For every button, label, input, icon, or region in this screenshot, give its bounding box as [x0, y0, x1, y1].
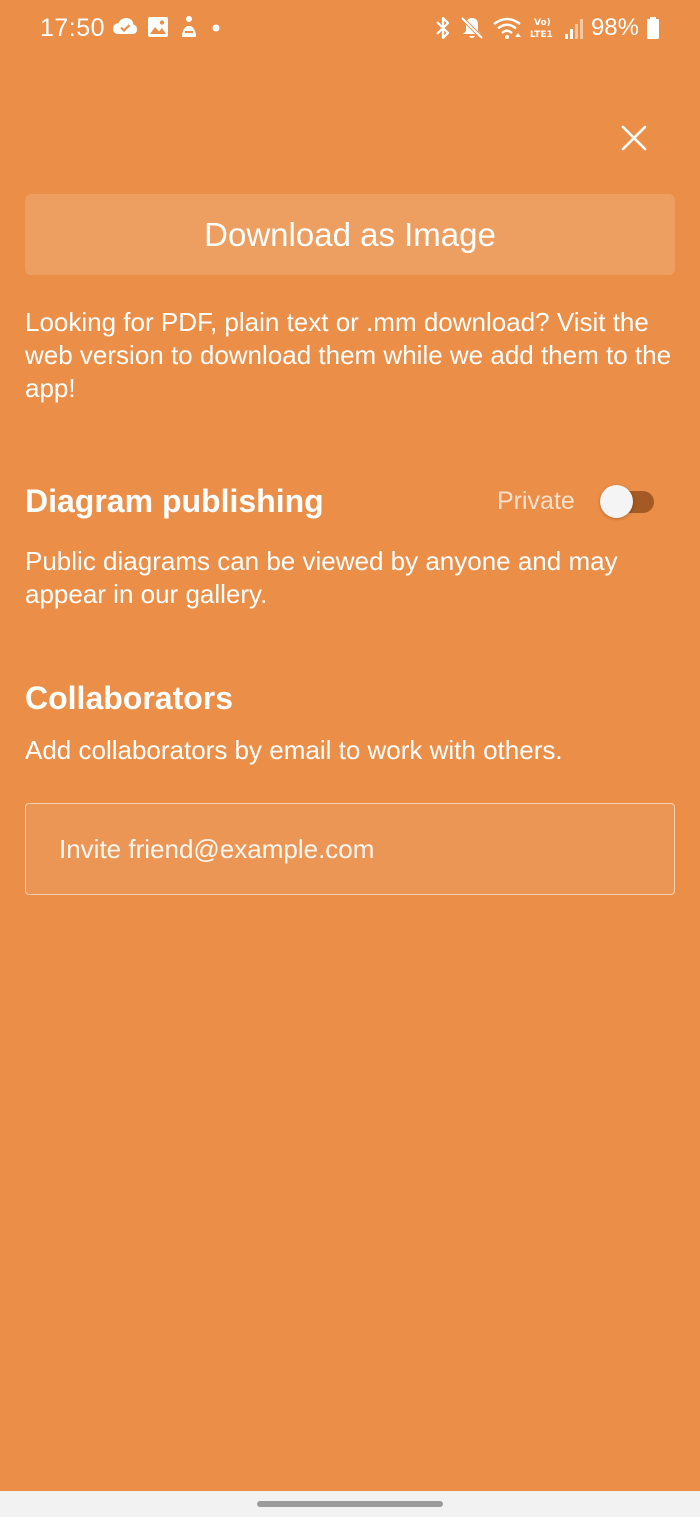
- signal-icon: [564, 16, 584, 40]
- publishing-section-title: Diagram publishing: [25, 483, 324, 519]
- download-as-image-button[interactable]: Download as Image: [25, 194, 675, 275]
- mute-icon: [459, 15, 485, 41]
- collaborators-description: Add collaborators by email to work with …: [25, 735, 563, 765]
- publishing-toggle[interactable]: [600, 485, 656, 518]
- battery-icon: [646, 16, 660, 40]
- cloud-check-icon: [112, 16, 138, 38]
- download-info-text: Looking for PDF, plain text or .mm downl…: [25, 307, 672, 403]
- svg-text:Vo): Vo): [534, 18, 551, 28]
- close-button[interactable]: [612, 116, 656, 160]
- close-icon: [612, 116, 656, 160]
- invite-email-input[interactable]: [26, 804, 674, 894]
- invite-field-container: [25, 803, 675, 895]
- collaborators-section-title: Collaborators: [25, 680, 234, 716]
- bluetooth-icon: [434, 15, 452, 41]
- app-notification-icon: [178, 15, 200, 39]
- publishing-status-label: Private: [497, 487, 575, 515]
- notification-icons: [112, 15, 223, 39]
- status-bar: 17:50 Vo) LTE1 98%: [0, 0, 700, 56]
- navigation-bar: [0, 1491, 700, 1517]
- image-icon: [147, 16, 169, 38]
- home-gesture-handle[interactable]: [257, 1501, 443, 1507]
- system-status: Vo) LTE1 98%: [434, 14, 660, 42]
- wifi-icon: [492, 15, 522, 41]
- svg-text:LTE1: LTE1: [530, 30, 553, 40]
- status-time: 17:50: [40, 14, 106, 42]
- battery-percent: 98%: [590, 14, 639, 41]
- volte-icon: Vo) LTE1: [529, 15, 557, 41]
- publishing-description: Public diagrams can be viewed by anyone …: [25, 546, 618, 609]
- toggle-knob: [600, 485, 633, 518]
- dot-icon: [209, 16, 223, 38]
